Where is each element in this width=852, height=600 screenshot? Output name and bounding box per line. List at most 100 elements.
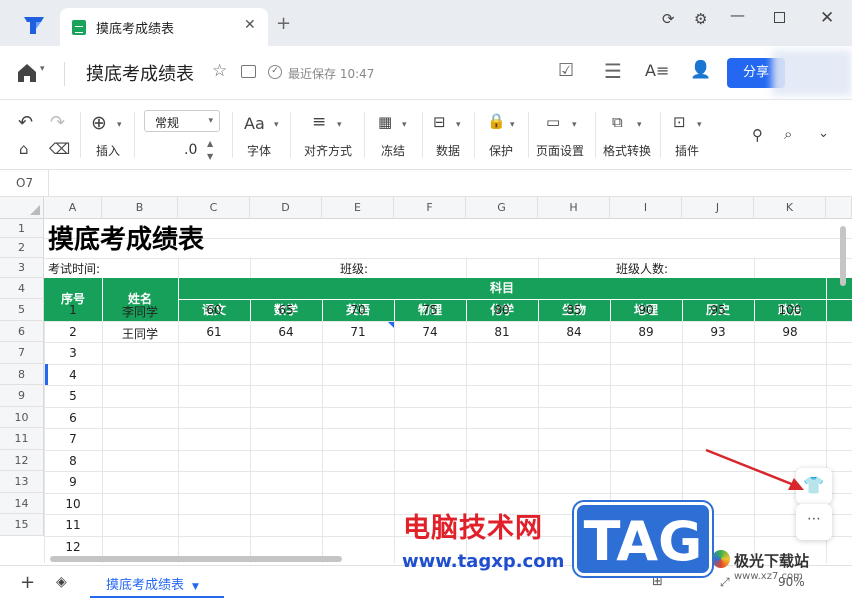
align-label[interactable]: 对齐方式 <box>304 142 352 159</box>
convert-label[interactable]: 格式转换 <box>603 142 651 159</box>
row-header[interactable]: 4 <box>0 278 44 299</box>
convert-icon[interactable]: ⧉ <box>612 113 623 131</box>
font-icon[interactable]: Aa <box>244 114 265 133</box>
cell-no[interactable]: 11 <box>44 518 102 532</box>
document-title[interactable]: 摸底考成绩表 <box>86 60 194 86</box>
move-folder-icon[interactable] <box>241 65 256 78</box>
select-all-corner[interactable] <box>0 197 44 219</box>
number-format-select[interactable]: 常规 ▾ <box>144 110 220 132</box>
row-header[interactable]: 15 <box>0 514 44 536</box>
new-tab-button[interactable]: + <box>276 13 291 34</box>
cell-no[interactable]: 12 <box>44 540 102 554</box>
align-icon[interactable]: ≡ <box>312 112 326 132</box>
row-header[interactable]: 3 <box>0 258 44 278</box>
cell-score[interactable]: 61 <box>178 325 250 339</box>
column-header[interactable]: C <box>178 197 250 219</box>
star-icon[interactable]: ☆ <box>212 61 227 81</box>
row-header[interactable]: 13 <box>0 471 44 493</box>
cell-score[interactable]: 100 <box>754 303 826 317</box>
horizontal-scrollbar[interactable] <box>50 556 342 562</box>
exam-time-label[interactable]: 考试时间: <box>48 260 100 277</box>
text-format-icon[interactable]: A≡ <box>645 61 669 80</box>
cell-no[interactable]: 3 <box>44 346 102 360</box>
home-icon[interactable] <box>16 62 38 84</box>
cell-score[interactable]: 70 <box>322 303 394 317</box>
cell-score[interactable]: 64 <box>250 325 322 339</box>
cell-score[interactable]: 80 <box>466 303 538 317</box>
row-header[interactable]: 10 <box>0 407 44 428</box>
cell-score[interactable]: 90 <box>610 303 682 317</box>
row-header[interactable]: 11 <box>0 428 44 450</box>
stamp-icon[interactable]: ⚲ <box>752 126 763 144</box>
chevron-down-icon[interactable]: ▾ <box>697 120 702 130</box>
sheet-tab-active[interactable]: 摸底考成绩表 ▼ <box>90 566 224 598</box>
plugin-label[interactable]: 插件 <box>675 142 699 159</box>
fullscreen-icon[interactable]: ⤢ <box>720 575 730 590</box>
column-header[interactable]: E <box>322 197 394 219</box>
sync-icon[interactable]: ⟳ <box>662 10 675 28</box>
cell-score[interactable]: 85 <box>538 303 610 317</box>
class-label[interactable]: 班级: <box>340 260 368 277</box>
chevron-down-icon[interactable]: ▾ <box>337 120 342 130</box>
cell-score[interactable]: 93 <box>682 325 754 339</box>
page-setup-icon[interactable]: ▭ <box>546 113 560 131</box>
chevron-down-icon[interactable]: ▼ <box>192 582 199 592</box>
cell-score[interactable]: 71 <box>322 325 394 339</box>
redo-icon[interactable]: ↷ <box>50 112 65 133</box>
protect-label[interactable]: 保护 <box>489 142 513 159</box>
row-header[interactable]: 8 <box>0 364 44 385</box>
row-header[interactable]: 1 <box>0 219 44 238</box>
row-header[interactable]: 7 <box>0 342 44 364</box>
menu-icon[interactable]: ☰ <box>604 59 622 83</box>
freeze-label[interactable]: 冻结 <box>381 142 405 159</box>
cell-name[interactable]: 王同学 <box>102 325 178 342</box>
more-button[interactable]: ⋯ <box>796 504 832 540</box>
cell-score[interactable]: 95 <box>682 303 754 317</box>
settings-gear-icon[interactable]: ⚙ <box>694 10 707 28</box>
stepper-down-icon[interactable]: ▼ <box>207 152 213 161</box>
cell-no[interactable]: 2 <box>44 325 102 339</box>
column-header[interactable]: F <box>394 197 466 219</box>
data-icon[interactable]: ⊟ <box>433 113 446 131</box>
maximize-button[interactable] <box>774 12 785 23</box>
stepper-up-icon[interactable]: ▲ <box>207 139 213 148</box>
eraser-icon[interactable]: ⌫ <box>49 140 70 158</box>
cell-no[interactable]: 7 <box>44 432 102 446</box>
home-chevron-icon[interactable]: ▾ <box>40 64 45 74</box>
row-header[interactable]: 14 <box>0 493 44 514</box>
chevron-down-icon[interactable]: ▾ <box>117 120 122 130</box>
chevron-down-icon[interactable]: ▾ <box>572 120 577 130</box>
cell-score[interactable]: 81 <box>466 325 538 339</box>
plugin-icon[interactable]: ⊡ <box>673 113 686 131</box>
chevron-down-icon[interactable]: ▾ <box>510 120 515 130</box>
cell-score[interactable]: 75 <box>394 303 466 317</box>
document-tab[interactable]: 摸底考成绩表 ✕ <box>60 8 268 46</box>
cell-score[interactable]: 84 <box>538 325 610 339</box>
chevron-down-icon[interactable]: ▾ <box>402 120 407 130</box>
collapse-toolbar-icon[interactable]: ⌄ <box>818 126 829 141</box>
cell-score[interactable]: 98 <box>754 325 826 339</box>
page-setup-label[interactable]: 页面设置 <box>536 142 584 159</box>
cell-score[interactable]: 74 <box>394 325 466 339</box>
insert-icon[interactable]: ⊕ <box>91 112 107 134</box>
row-header[interactable]: 12 <box>0 450 44 471</box>
task-check-icon[interactable]: ☑ <box>558 60 574 81</box>
minimize-button[interactable]: — <box>730 6 745 24</box>
column-header[interactable]: K <box>754 197 826 219</box>
column-header[interactable]: J <box>682 197 754 219</box>
cell-score[interactable]: 89 <box>610 325 682 339</box>
header-subject[interactable]: 科目 <box>178 278 826 299</box>
cell-no[interactable]: 10 <box>44 497 102 511</box>
column-header[interactable]: D <box>250 197 322 219</box>
cell-no[interactable]: 1 <box>44 303 102 317</box>
data-label[interactable]: 数据 <box>436 142 460 159</box>
column-header[interactable]: H <box>538 197 610 219</box>
row-header[interactable]: 9 <box>0 385 44 407</box>
sheet-title[interactable]: 摸底考成绩表 <box>48 219 204 256</box>
cell-no[interactable]: 9 <box>44 475 102 489</box>
add-sheet-button[interactable]: + <box>20 572 35 593</box>
cell-score[interactable]: 60 <box>178 303 250 317</box>
column-header[interactable]: B <box>102 197 178 219</box>
collaborator-icon[interactable]: 👤 <box>690 60 711 80</box>
close-tab-icon[interactable]: ✕ <box>244 17 256 33</box>
